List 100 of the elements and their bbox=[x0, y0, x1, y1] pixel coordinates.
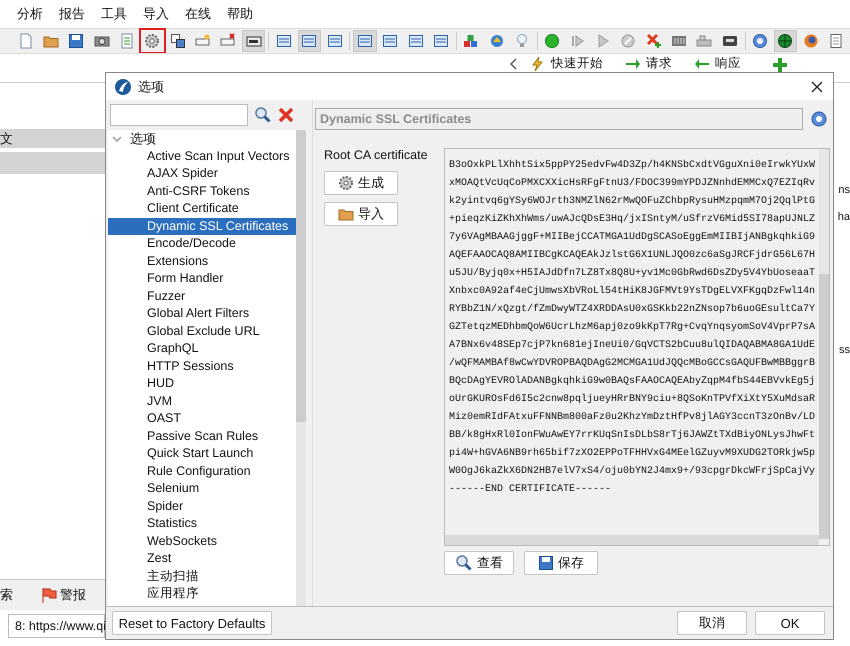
tree-label: 选项 bbox=[130, 130, 156, 148]
dialog-title: 选项 bbox=[138, 78, 165, 96]
certificate-line: +pieqzKiZKhXhWms/uwAJcQDsE3Hq/jxISntyM/uSfrzV6Mid5SI78apUJNLZ bbox=[449, 212, 816, 227]
menu-item[interactable]: 分析 bbox=[17, 5, 53, 23]
search-field[interactable] bbox=[110, 104, 248, 126]
workspace-tab[interactable]: 响应 bbox=[694, 54, 741, 72]
tree-item[interactable]: 应用程序 bbox=[108, 585, 296, 602]
certificate-line: u5JU/Byjq0x+H5IAJdDfn7LZ8Tx8Q8U+yv1Mc0GbRwd6DsZDy5V4YbUoseaaT bbox=[449, 266, 816, 281]
tree-item[interactable]: Fuzzer bbox=[108, 288, 296, 305]
action-button[interactable]: 保存 bbox=[524, 551, 598, 575]
action-button[interactable]: 导入 bbox=[324, 202, 398, 226]
chevron-left-icon[interactable] bbox=[510, 58, 518, 70]
tree-item[interactable]: Zest bbox=[108, 550, 296, 568]
dialog-button[interactable]: 取消 bbox=[677, 611, 747, 635]
tree-item[interactable]: Spider bbox=[108, 498, 296, 515]
certificate-line: pi4W+hGVA6NB9rh65bif7zXO2EPPoTFHHVxG4MEelGZuyvM9XUDG2TORkjw5p bbox=[449, 446, 816, 461]
certificate-line: AQEFAAOCAQ8AMIIBCgKCAQEAkJzlstG6X1UNLJQO0zc6aSgJRCFjdrG56L67H bbox=[449, 248, 816, 263]
certificate-line: RYBbZ1N/xQzgt/fZmDwyWTZ4XRDDAsU0xGSKkb22nZNsop7b6uoGEsultCa7Y bbox=[449, 302, 816, 317]
tree-item[interactable]: WebSockets bbox=[108, 532, 296, 550]
save-icon bbox=[538, 555, 554, 571]
tree-item[interactable]: Form Handler bbox=[108, 270, 296, 288]
cross-plus-icon bbox=[646, 33, 662, 49]
list-row[interactable]: 文 bbox=[0, 129, 105, 148]
plus-icon[interactable] bbox=[773, 58, 787, 72]
tree-item[interactable]: Statistics bbox=[108, 515, 296, 532]
ball-icon bbox=[544, 33, 560, 49]
tree-item[interactable]: Passive Scan Rules bbox=[108, 428, 296, 445]
layout-button[interactable] bbox=[298, 30, 322, 52]
dialog-button[interactable]: OK bbox=[755, 611, 825, 635]
certificate-line: k2yintvq6gYSy6WOJrth3NMZlN62rMwQOFuZChbpRysuHMzpqmM7Oj2QqlPtG bbox=[449, 194, 816, 209]
close-icon[interactable] bbox=[811, 80, 823, 92]
certificate-line: ------END CERTIFICATE------ bbox=[449, 483, 612, 497]
stop-icon bbox=[620, 33, 636, 49]
tree-item[interactable]: Anti-CSRF Tokens bbox=[108, 182, 296, 200]
tree-item[interactable]: Quick Start Launch bbox=[108, 445, 296, 462]
certificate-line: A7BNx6v48SEp7cjP7kn681ejIneUi0/GqVCTS2bCuu8ulQIDAQABMA8GA1UdE bbox=[449, 338, 816, 353]
tree-item[interactable]: Rule Configuration bbox=[108, 462, 296, 480]
help-icon[interactable] bbox=[811, 111, 827, 127]
swap-icon bbox=[170, 33, 186, 49]
terminal-button[interactable] bbox=[242, 30, 266, 52]
certificate-line: oUrGKUROsFd6I5c2cnw8pqljueyHRrBNY9ciu+8QSoKnTPVfXiXtY5XuMdsaR bbox=[449, 392, 816, 407]
cassette-icon bbox=[722, 33, 738, 49]
clear-icon[interactable] bbox=[278, 107, 294, 123]
certificate-line: /wQFMAMBAf8wCwYDVROPBAQDAgG2MCMGA1UdJQQcMBoGCCsGAQUFBwMBBggrB bbox=[449, 356, 816, 371]
menu-item[interactable]: 在线 bbox=[185, 5, 221, 23]
tree-node[interactable]: 选项 bbox=[108, 130, 296, 148]
reset-button[interactable]: Reset to Factory Defaults bbox=[112, 611, 272, 635]
tree-item[interactable]: AJAX Spider bbox=[108, 165, 296, 182]
tab-label: 响应 bbox=[715, 55, 741, 72]
tree-item[interactable]: HUD bbox=[108, 375, 296, 392]
workspace-tab[interactable]: 请求 bbox=[625, 54, 672, 72]
expander-icon[interactable] bbox=[112, 134, 122, 144]
certificate-line: xMOAQtVcUqCoPMXCXXicHsRFgFtnU3/FDOC399mYPDJZNnhdEMMCxQ7EZIqRv bbox=[449, 176, 816, 191]
action-button[interactable]: 生成 bbox=[324, 171, 398, 195]
tree-item[interactable]: Active Scan Input Vectors bbox=[108, 148, 296, 165]
layout-icon bbox=[357, 33, 374, 49]
tree-item[interactable]: OAST bbox=[108, 410, 296, 428]
tree-item[interactable]: Encode/Decode bbox=[108, 235, 296, 252]
panel-tab[interactable]: 索 bbox=[0, 583, 17, 607]
certificate-line: B3oOxkPLlXhhtSix5ppPY25edvFw4D3Zp/h4KNSbCxdtVGguXni0eIrwkYUxW bbox=[449, 158, 816, 173]
tree-item[interactable]: JVM bbox=[108, 392, 296, 410]
layout-button[interactable] bbox=[353, 30, 377, 52]
step-icon bbox=[570, 33, 586, 49]
gear-button[interactable] bbox=[140, 30, 164, 52]
flag-icon bbox=[41, 587, 57, 603]
gear-icon bbox=[338, 175, 354, 191]
tree-item[interactable]: Extensions bbox=[108, 252, 296, 270]
tree-item[interactable]: Dynamic SSL Certificates bbox=[108, 218, 296, 235]
save-icon bbox=[68, 33, 84, 49]
search-icon[interactable] bbox=[254, 106, 272, 124]
tree-item[interactable]: Client Certificate bbox=[108, 200, 296, 218]
tree-item[interactable]: GraphQL bbox=[108, 340, 296, 358]
certificate-text-area[interactable] bbox=[444, 148, 830, 546]
menu-item[interactable]: 报告 bbox=[59, 5, 95, 23]
magnifier-icon bbox=[455, 554, 473, 572]
certificate-line: W0OgJ6kaZkX6DN2HB7elV7xS4/oju0bYN2J4mx9+/93cpgrDkcWFrjSpCajVy bbox=[449, 464, 816, 479]
tree-item[interactable]: Global Exclude URL bbox=[108, 322, 296, 340]
tree-item[interactable]: HTTP Sessions bbox=[108, 358, 296, 375]
help-icon bbox=[752, 33, 768, 49]
panel-tab[interactable]: 警报 bbox=[37, 583, 90, 607]
menu-item[interactable]: 工具 bbox=[101, 5, 137, 23]
tree-item[interactable]: Selenium bbox=[108, 480, 296, 498]
url-field[interactable]: 8: https://www.qi bbox=[8, 614, 105, 638]
action-button[interactable]: 查看 bbox=[444, 551, 514, 575]
layout-icon bbox=[301, 33, 318, 49]
certificate-line: Miz0emRIdFAtxuFFNNBm800aFz0u2KhzYmDztHfPv8jlAGY3ccnT3zOnBv/LD bbox=[449, 410, 816, 425]
menu-item[interactable]: 帮助 bbox=[227, 5, 263, 23]
menu-item[interactable]: 导入 bbox=[143, 5, 179, 23]
workspace-tab[interactable]: 快速开始 bbox=[530, 54, 603, 72]
scrollbar[interactable] bbox=[445, 535, 819, 545]
tree-item[interactable]: Global Alert Filters bbox=[108, 305, 296, 322]
text-fragment: ha bbox=[838, 211, 850, 223]
target-button[interactable] bbox=[774, 30, 798, 52]
target-icon bbox=[777, 33, 794, 49]
scrollbar[interactable] bbox=[296, 130, 306, 606]
tab-label: 请求 bbox=[646, 55, 672, 72]
app-logo-icon bbox=[114, 78, 132, 96]
tree-item[interactable]: 主动扫描 bbox=[108, 568, 296, 585]
tab-label: 快速开始 bbox=[551, 55, 603, 72]
certificate-line: Xnbxc0A92af4eCjUmwsXbVRoLl54tHiK8JGFMVt9YsTDgELVXFKgqDzFwl14n bbox=[449, 284, 816, 299]
